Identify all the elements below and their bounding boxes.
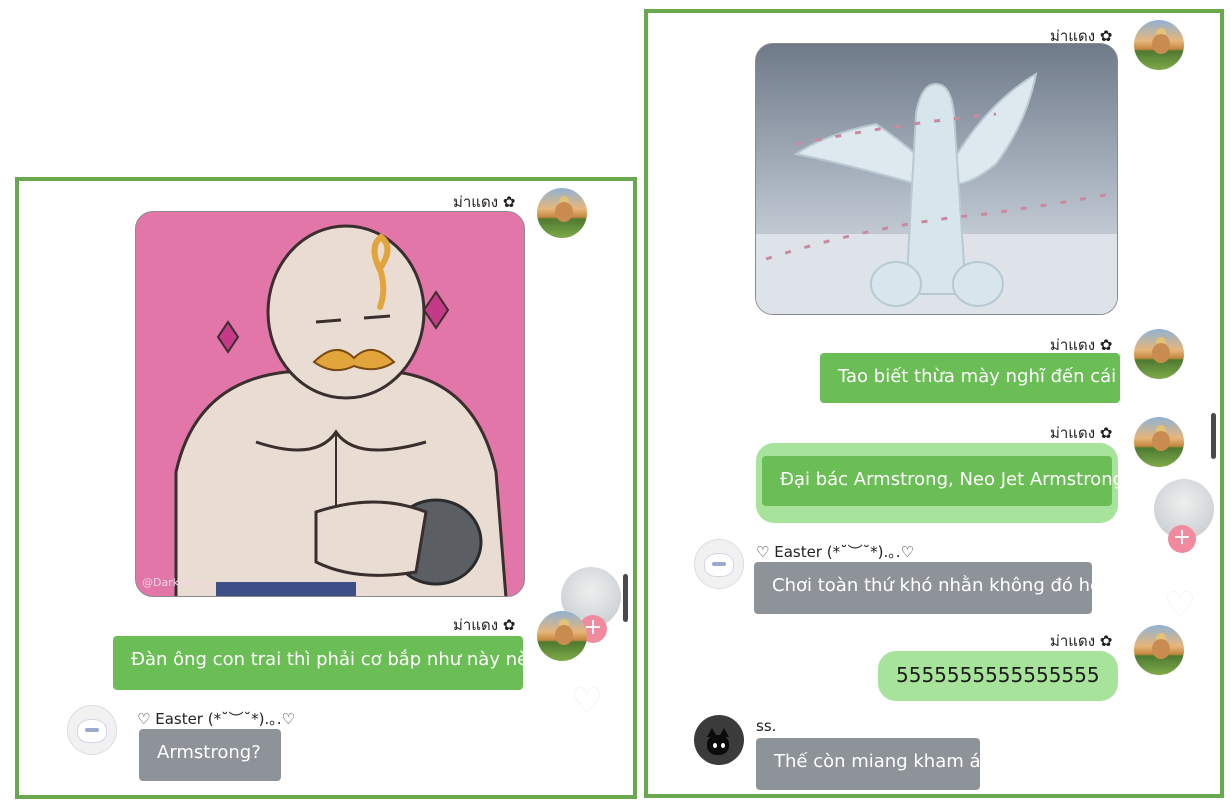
sender-avatar[interactable] (1134, 625, 1184, 675)
heart-icon[interactable]: ♡ (1164, 585, 1196, 626)
cat-eye (713, 743, 717, 748)
chat-screenshot-left: ม่าแดง ✿ @Darkness + ม่าแดง ✿ Đàn ông co… (15, 177, 637, 799)
winged-statue-illustration (756, 44, 1117, 314)
sender-avatar[interactable] (1134, 20, 1184, 70)
sender-name: ม่าแดง ✿ (1050, 424, 1113, 442)
scrollbar-thumb[interactable] (1211, 413, 1216, 459)
plus-icon[interactable]: + (1168, 525, 1196, 553)
black-cat-icon (707, 735, 729, 755)
message-bubble-received[interactable]: Armstrong? (139, 729, 281, 781)
heart-icon[interactable]: ♡ (571, 681, 603, 722)
scrollbar-thumb[interactable] (623, 574, 628, 622)
message-bubble-received[interactable]: Thế còn miang kham á? (756, 738, 990, 790)
message-bubble-received[interactable]: Chơi toàn thứ khó nhằn không đó hen? (754, 562, 1122, 614)
image-watermark: @Darkness (142, 576, 205, 589)
cat-eye (721, 743, 725, 748)
message-bubble-sent[interactable]: Tao biết thừa mày nghĩ đến cái gì (820, 353, 1138, 403)
armstrong-illustration: @Darkness (136, 212, 524, 596)
shared-image-armstrong[interactable]: @Darkness (135, 211, 525, 597)
sender-avatar[interactable] (537, 188, 587, 238)
chat-screenshot-right: ม่าแดง ✿ ม่าแดง ✿ Tao biết thừa mày nghĩ… (644, 9, 1224, 798)
sender-avatar[interactable] (1134, 329, 1184, 379)
sender-name-ss: ss. (756, 717, 777, 735)
sender-avatar[interactable] (1134, 417, 1184, 467)
easter-avatar[interactable] (694, 539, 744, 589)
sender-name-easter: ♡ Easter (*˘︶˘*).｡.♡ (756, 543, 914, 561)
easter-avatar[interactable] (67, 705, 117, 755)
sender-avatar[interactable] (537, 611, 587, 661)
sender-name: ม่าแดง ✿ (1050, 632, 1113, 650)
message-bubble-sent[interactable]: Đàn ông con trai thì phải cơ bắp như này… (113, 636, 528, 690)
shared-image-statue[interactable] (755, 43, 1118, 315)
sender-name-easter: ♡ Easter (*˘︶˘*).｡.♡ (137, 710, 295, 728)
message-bubble-sent[interactable]: 5555555555555555 (878, 651, 1118, 701)
message-bubble-sent[interactable]: Đại bác Armstrong, Neo Jet Armstrong (762, 456, 1124, 506)
ss-avatar[interactable] (694, 715, 744, 765)
sender-name: ม่าแดง ✿ (453, 616, 516, 634)
